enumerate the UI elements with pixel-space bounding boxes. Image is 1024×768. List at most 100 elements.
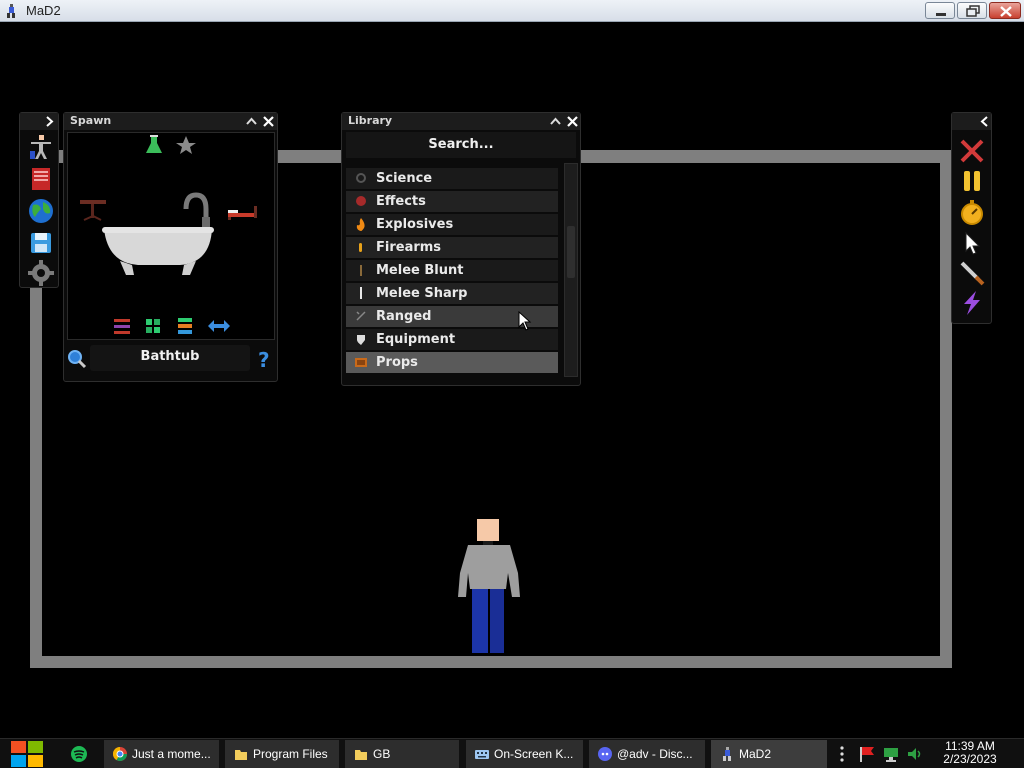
spawn-panel-title: Spawn — [70, 114, 112, 127]
library-item-label: Melee Sharp — [376, 286, 468, 301]
volume-icon[interactable] — [906, 746, 924, 762]
spawn-preview-art — [80, 135, 257, 334]
library-search-input[interactable]: Search... — [346, 132, 576, 158]
ranged-icon — [356, 311, 366, 321]
discord-icon — [598, 747, 612, 761]
spawn-preview[interactable] — [67, 132, 275, 340]
close-window-button[interactable] — [989, 2, 1021, 19]
expand-arrow-icon[interactable] — [42, 114, 57, 129]
taskbar-item-5[interactable]: MaD2 — [711, 740, 827, 768]
folder-icon — [235, 750, 247, 760]
delete-x-icon[interactable] — [958, 137, 986, 165]
library-category-list: Science Effects Explosives Firearms Melee Bl… — [346, 163, 560, 377]
spawn-panel: Spawn Bathtub ? — [63, 112, 278, 382]
library-panel-title: Library — [348, 114, 393, 127]
library-item-label: Explosives — [376, 217, 454, 232]
library-item-equipment[interactable]: Equipment — [346, 329, 558, 350]
library-item-label: Firearms — [376, 240, 442, 255]
flask-icon — [146, 135, 162, 153]
bathtub-icon — [102, 192, 214, 275]
knife-icon[interactable] — [958, 259, 986, 287]
library-item-science[interactable]: Science — [346, 168, 558, 189]
list-icon — [178, 318, 192, 334]
library-item-label: Props — [376, 355, 418, 370]
stopwatch-icon[interactable] — [958, 198, 986, 226]
swap-arrows-icon — [208, 320, 230, 332]
library-scroll-thumb[interactable] — [567, 226, 575, 278]
taskbar-item-1[interactable]: Program Files — [225, 740, 339, 768]
library-item-label: Melee Blunt — [376, 263, 464, 278]
window-titlebar[interactable]: MaD2 — [0, 0, 1024, 22]
taskbar-item-3[interactable]: On-Screen K... — [466, 740, 583, 768]
library-item-explosives[interactable]: Explosives — [346, 214, 558, 235]
bed-icon — [228, 206, 257, 220]
blunt-icon — [360, 265, 362, 276]
library-item-melee-blunt[interactable]: Melee Blunt — [346, 260, 558, 281]
taskbar-item-4[interactable]: @adv - Disc... — [589, 740, 705, 768]
taskbar-item-label: @adv - Disc... — [617, 747, 693, 761]
taskbar-item-0[interactable]: Just a mome... — [104, 740, 219, 768]
library-scrollbar[interactable] — [564, 163, 578, 377]
flag-icon[interactable] — [858, 746, 876, 762]
book-icon[interactable] — [27, 165, 55, 193]
folder-icon — [355, 750, 367, 760]
blade-icon — [360, 287, 362, 299]
mouse-cursor-icon — [518, 311, 532, 331]
save-icon[interactable] — [27, 229, 55, 257]
collapse-icon[interactable] — [548, 114, 563, 129]
library-item-melee-sharp[interactable]: Melee Sharp — [346, 283, 558, 304]
keyboard-icon — [475, 750, 489, 759]
magnifier-icon[interactable] — [67, 349, 87, 369]
network-icon[interactable] — [882, 746, 900, 762]
collapse-icon[interactable] — [244, 114, 259, 129]
right-toolbar-header — [952, 113, 991, 130]
help-icon[interactable]: ? — [256, 348, 274, 370]
window-title: MaD2 — [26, 3, 61, 18]
pause-icon[interactable] — [958, 167, 986, 195]
grid-icon — [146, 319, 160, 333]
human-pose-icon[interactable] — [27, 133, 55, 161]
library-search-placeholder: Search... — [428, 137, 494, 152]
taskbar: Just a mome... Program Files GB On-Screen K… — [0, 738, 1024, 768]
right-toolbar — [951, 112, 992, 324]
taskbar-item-label: GB — [373, 747, 391, 761]
restore-button[interactable] — [957, 2, 987, 19]
left-toolbar-header — [20, 113, 58, 130]
spawn-panel-header[interactable]: Spawn — [64, 113, 277, 130]
app-root: MaD2 Spawn Bathtub ? Library Search... S… — [0, 0, 1024, 768]
library-panel: Library Search... Science Effects Explosiv… — [341, 112, 581, 386]
close-panel-icon[interactable] — [261, 114, 276, 129]
ragdoll-person[interactable] — [456, 517, 522, 655]
lightning-icon[interactable] — [958, 289, 986, 317]
fire-icon — [356, 218, 365, 231]
taskbar-item-label: Just a mome... — [132, 747, 211, 761]
clock-date: 2/23/2023 — [943, 752, 997, 766]
spawn-selected-field[interactable]: Bathtub — [90, 345, 250, 371]
restore-icon — [966, 5, 980, 17]
spotify-icon[interactable] — [70, 745, 88, 763]
start-button[interactable] — [8, 739, 46, 768]
library-item-label: Science — [376, 171, 433, 186]
library-item-label: Effects — [376, 194, 426, 209]
taskbar-item-2[interactable]: GB — [345, 740, 459, 768]
mad2-app-icon — [7, 4, 15, 18]
library-item-firearms[interactable]: Firearms — [346, 237, 558, 258]
pointer-icon[interactable] — [958, 229, 986, 257]
star-icon — [176, 136, 196, 154]
library-item-props[interactable]: Props — [346, 352, 558, 373]
minimize-button[interactable] — [925, 2, 955, 19]
system-clock[interactable]: 11:39 AM 2/23/2023 — [930, 740, 1010, 766]
collapse-arrow-icon[interactable] — [977, 114, 992, 129]
library-item-effects[interactable]: Effects — [346, 191, 558, 212]
left-toolbar — [19, 112, 59, 288]
more-icon[interactable] — [838, 745, 846, 763]
globe-icon[interactable] — [27, 197, 55, 225]
shield-icon — [357, 335, 365, 345]
bullet-icon — [359, 243, 362, 252]
effects-icon — [356, 196, 366, 206]
minimize-icon — [936, 13, 946, 16]
gear-icon[interactable] — [27, 259, 55, 287]
close-icon — [1000, 6, 1012, 17]
library-panel-header[interactable]: Library — [342, 113, 580, 130]
close-panel-icon[interactable] — [565, 114, 580, 129]
